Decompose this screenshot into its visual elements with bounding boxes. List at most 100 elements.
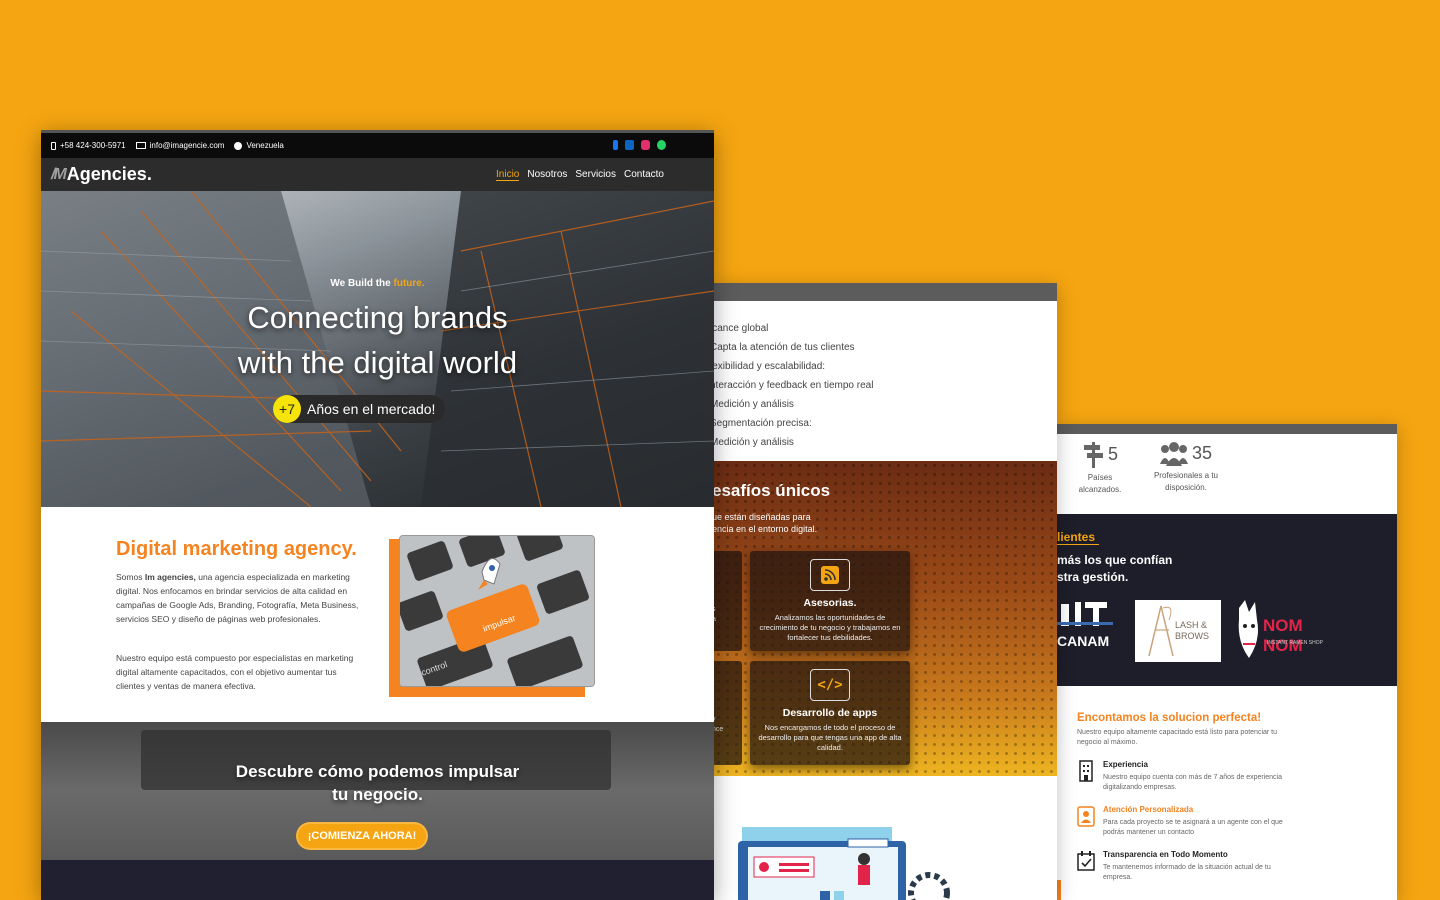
card-text: Nos encargamos de todo el proceso de des… — [758, 723, 902, 752]
facebook-icon[interactable] — [613, 140, 618, 150]
location-contact: Venezuela — [234, 141, 284, 150]
cta-section: Descubre cómo podemos impulsar tu negoci… — [41, 722, 714, 860]
nav-nosotros[interactable]: Nosotros — [527, 169, 567, 181]
nav-contacto[interactable]: Contacto — [624, 169, 664, 181]
benefit-item: Segmentación precisa: — [714, 418, 812, 429]
services-page-preview: lcance global Capta la atención de tus c… — [714, 283, 1057, 900]
solution-text: Nuestro equipo altamente capacitado está… — [1077, 729, 1278, 746]
challenges-title: esafíos únicos — [714, 481, 831, 500]
web-illustration — [738, 827, 950, 900]
benefit-item: lexibilidad y escalabilidad: — [714, 361, 826, 372]
about-paragraph-2: Nuestro equipo está compuesto por especi… — [116, 653, 354, 691]
solution-title: Encontamos la solucion perfecta! — [1077, 712, 1262, 724]
benefit-item: Medición y análisis — [714, 437, 794, 448]
benefits-list: lcance global Capta la atención de tus c… — [714, 323, 873, 456]
home-page-preview: +58 424-300-5971 info@imagencie.com Vene… — [41, 130, 714, 900]
wolf-mascot-icon — [1238, 600, 1258, 658]
feature-text: Nuestro equipo cuenta con más de 7 años … — [1103, 774, 1283, 791]
feature-title: Atención Personalizada — [1103, 805, 1194, 814]
stat-label: disposición. — [1165, 483, 1207, 492]
years-text: Años en el mercado! — [307, 401, 436, 417]
benefit-item: lcance global — [714, 323, 769, 334]
benefit-item: Capta la atención de tus clientes — [714, 342, 855, 353]
card-fragment: y — [714, 715, 742, 725]
signpost-icon — [1083, 442, 1103, 468]
user-badge-icon — [1077, 806, 1095, 827]
card-fragment: a — [714, 615, 742, 625]
client-logo-lash-brows[interactable]: LASH & BROWS — [1135, 600, 1221, 662]
location-icon — [234, 141, 243, 150]
card-fragment: s — [714, 605, 742, 615]
canam-mark-icon — [1057, 602, 1113, 626]
feature-item: Atención Personalizada Para cada proyect… — [1077, 805, 1377, 838]
hero-section: We Build the future. Connecting brands w… — [41, 191, 714, 507]
hero-title-line: Connecting brands — [247, 300, 508, 335]
stat-professionals: 35 Profesionales a tu disposición. — [1153, 440, 1219, 494]
clients-title: lientes — [1057, 530, 1100, 545]
challenges-subtitle-line: encia en el entorno digital. — [714, 524, 818, 534]
footer-strip — [41, 860, 714, 900]
stat-countries: 5 Países alcanzados. — [1075, 440, 1125, 496]
clients-subtitle: más los que confían stra gestión. — [1057, 552, 1172, 586]
brand-text: Agencies. — [66, 164, 152, 184]
stat-label: alcanzados. — [1078, 485, 1122, 494]
cta-title: Descubre cómo podemos impulsar tu negoci… — [41, 760, 714, 806]
phone-contact[interactable]: +58 424-300-5971 — [51, 141, 126, 150]
whatsapp-icon[interactable] — [657, 140, 666, 150]
client-logo-nomnom[interactable]: NOM NOM INSTANT RAMEN SHOP — [1233, 600, 1323, 662]
brand-logo[interactable]: /M Agencies. — [51, 164, 152, 185]
main-navbar: /M Agencies. Inicio Nosotros Servicios Co… — [41, 158, 714, 191]
p2-top-bar — [714, 283, 1057, 301]
phone-icon — [51, 141, 56, 150]
code-icon: </> — [810, 669, 850, 701]
phone-text: +58 424-300-5971 — [60, 141, 126, 150]
benefit-item: Medición y análisis — [714, 399, 794, 410]
feature-item: Transparencia en Todo Momento Te mantene… — [1077, 850, 1377, 883]
location-text: Venezuela — [246, 141, 284, 150]
stat-label: Profesionales a tu — [1153, 471, 1219, 480]
email-text: info@imagencie.com — [149, 141, 225, 150]
hero-tagline: We Build the future. — [41, 278, 714, 289]
instagram-icon[interactable] — [641, 140, 650, 150]
calendar-check-icon — [1077, 851, 1095, 871]
hero-title: Connecting brands with the digital world — [41, 295, 714, 385]
social-links — [613, 140, 666, 150]
clients-subtitle-line: más los que confían — [1057, 553, 1173, 567]
challenges-subtitle-line: ue están diseñadas para — [714, 512, 811, 522]
start-now-button[interactable]: ¡COMIENZA AHORA! — [296, 822, 428, 850]
rss-icon — [810, 559, 850, 591]
nomnom-subtitle: INSTANT RAMEN SHOP — [1267, 640, 1323, 646]
clients-section: lientes más los que confían stra gestión… — [1057, 514, 1397, 686]
feature-text: Para cada proyecto se te asignará a un a… — [1103, 819, 1283, 836]
nav-servicios[interactable]: Servicios — [575, 169, 616, 181]
lash-text: LASH & — [1175, 620, 1208, 630]
feature-title: Experiencia — [1103, 760, 1148, 769]
solution-section: Encontamos la solucion perfecta! Nuestro… — [1077, 712, 1377, 883]
clients-page-preview: 5 Países alcanzados. 35 Profesionales a … — [1057, 424, 1397, 900]
nomnom-text: NOM NOM — [1263, 616, 1303, 655]
card-title: Desarrollo de apps — [782, 707, 878, 719]
contact-top-bar: +58 424-300-5971 info@imagencie.com Vene… — [41, 130, 714, 158]
email-contact[interactable]: info@imagencie.com — [135, 141, 225, 150]
benefit-item: nteracción y feedback en tiempo real — [714, 380, 874, 391]
service-card-partial[interactable]: y nce — [714, 661, 742, 765]
mail-icon — [135, 142, 146, 149]
keyboard-rocket-image: impulsar control — [399, 535, 595, 687]
client-logo-canam[interactable]: CANAM — [1057, 600, 1117, 652]
nav-inicio[interactable]: Inicio — [496, 169, 520, 181]
about-section: Digital marketing agency. Somos Im agenc… — [41, 507, 714, 722]
about-text: Somos — [116, 572, 145, 582]
linkedin-icon[interactable] — [625, 140, 634, 150]
service-card-asesorias[interactable]: Asesorias. Analizamos las oportunidades … — [750, 551, 910, 651]
challenges-section: esafíos únicos ue están diseñadas para e… — [714, 461, 1057, 776]
service-card-partial[interactable]: s a — [714, 551, 742, 651]
stats-section: 5 Países alcanzados. 35 Profesionales a … — [1057, 434, 1397, 514]
brows-text: BROWS — [1175, 631, 1210, 641]
about-bold-text: Im agencies, — [144, 572, 196, 582]
tagline-accent: future. — [393, 278, 425, 289]
years-number: +7 — [273, 395, 301, 423]
service-card-apps[interactable]: </> Desarrollo de apps Nos encargamos de… — [750, 661, 910, 765]
canam-text: CANAM — [1057, 633, 1110, 649]
about-paragraph-1: Somos Im agencies, una agencia especiali… — [116, 570, 361, 626]
stat-number: 35 — [1191, 443, 1213, 463]
